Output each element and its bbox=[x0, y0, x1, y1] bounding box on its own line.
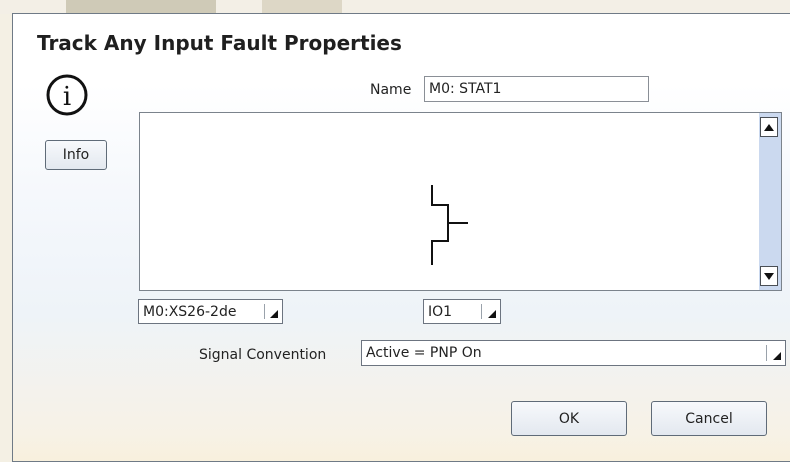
vertical-scrollbar[interactable] bbox=[759, 113, 781, 290]
ok-button[interactable]: OK bbox=[511, 401, 627, 436]
scroll-up-arrow-icon[interactable] bbox=[760, 117, 778, 137]
name-input-value: M0: STAT1 bbox=[429, 81, 502, 97]
dropdown-arrow-icon bbox=[773, 352, 781, 360]
name-input[interactable]: M0: STAT1 bbox=[424, 76, 649, 102]
background-window-strip bbox=[0, 0, 790, 14]
background-block bbox=[262, 0, 342, 14]
dropdown-separator bbox=[264, 304, 265, 319]
dropdown-arrow-icon bbox=[270, 310, 278, 318]
svg-text:i: i bbox=[63, 82, 71, 112]
ok-button-label: OK bbox=[558, 410, 580, 427]
io-dropdown-value: IO1 bbox=[428, 303, 453, 320]
signal-convention-label: Signal Convention bbox=[199, 347, 327, 363]
info-button-label: Info bbox=[62, 147, 90, 163]
input-symbol-icon bbox=[431, 185, 468, 265]
dialog-title: Track Any Input Fault Properties bbox=[37, 31, 402, 55]
info-button[interactable]: Info bbox=[45, 140, 107, 170]
cancel-button[interactable]: Cancel bbox=[651, 401, 767, 436]
name-label: Name bbox=[370, 82, 412, 98]
background-block bbox=[66, 0, 216, 14]
module-dropdown[interactable]: M0:XS26-2de bbox=[138, 299, 283, 324]
info-icon: i bbox=[46, 74, 88, 116]
signal-convention-dropdown[interactable]: Active = PNP On bbox=[361, 340, 786, 366]
dropdown-arrow-icon bbox=[488, 310, 496, 318]
io-dropdown[interactable]: IO1 bbox=[423, 299, 501, 324]
signal-convention-value: Active = PNP On bbox=[366, 345, 482, 361]
cancel-button-label: Cancel bbox=[685, 410, 733, 427]
dropdown-separator bbox=[481, 304, 482, 319]
module-dropdown-value: M0:XS26-2de bbox=[143, 303, 237, 320]
description-area[interactable] bbox=[139, 112, 782, 291]
dropdown-separator bbox=[766, 345, 767, 361]
scroll-down-arrow-icon[interactable] bbox=[760, 266, 778, 286]
